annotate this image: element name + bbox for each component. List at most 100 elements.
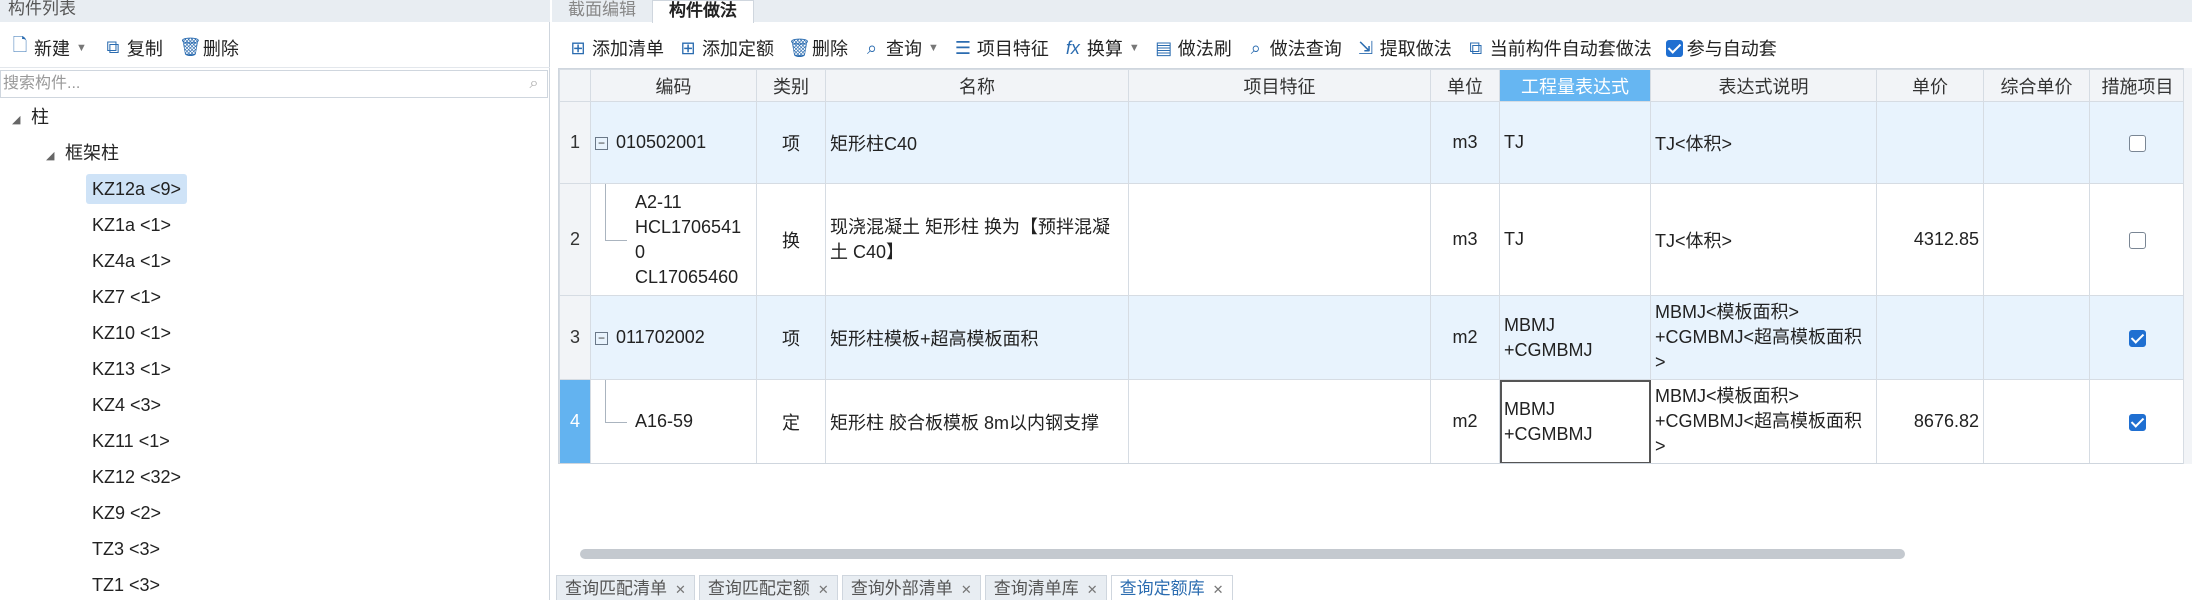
total-price-cell[interactable] — [1983, 183, 2090, 296]
tree-node-frame-column[interactable]: ◢ 框架柱 — [46, 138, 119, 168]
name-cell[interactable]: 矩形柱模板+超高模板面积 — [825, 295, 1129, 380]
row-number[interactable]: 1 — [559, 101, 591, 184]
price-cell[interactable]: 8676.82 — [1876, 379, 1984, 463]
expression-desc-cell[interactable]: MBMJ<模板面积> +CGMBMJ<超高模板面积 > — [1650, 379, 1877, 463]
participate-auto-checkbox[interactable]: 参与自动套 — [1660, 33, 1783, 63]
close-icon[interactable]: ✕ — [818, 582, 829, 597]
table-row[interactable]: 2 A2-11 HCL1706541 0 CL17065460 换 现浇混凝土 … — [559, 183, 2186, 296]
category-cell[interactable]: 定 — [756, 379, 826, 463]
close-icon[interactable]: ✕ — [961, 582, 972, 597]
query-button[interactable]: ⌕ 查询 ▼ — [856, 33, 945, 63]
row-number-current[interactable]: 4 — [559, 379, 591, 463]
table-row[interactable]: 1 −010502001 项 矩形柱C40 m3 TJ TJ<体积> — [559, 101, 2186, 184]
delete-button[interactable]: 🗑 删除 — [782, 33, 854, 63]
chevron-down-icon[interactable]: ▼ — [928, 42, 939, 54]
unit-cell[interactable]: m3 — [1430, 101, 1500, 184]
measure-checkbox-checked[interactable] — [2129, 329, 2146, 347]
name-cell[interactable]: 矩形柱 胶合板模板 8m以内钢支撑 — [825, 379, 1129, 463]
header-name[interactable]: 名称 — [825, 69, 1129, 102]
header-total-price[interactable]: 综合单价 — [1983, 69, 2090, 102]
expression-cell[interactable]: MBMJ +CGMBMJ — [1499, 295, 1651, 380]
total-price-cell[interactable] — [1983, 295, 2090, 380]
price-cell[interactable]: 4312.85 — [1876, 183, 1984, 296]
price-cell[interactable] — [1876, 295, 1984, 380]
add-quota-button[interactable]: ⊞ 添加定额 — [672, 33, 780, 63]
caret-down-icon[interactable]: ◢ — [46, 141, 60, 171]
table-row[interactable]: 4 A16-59 定 矩形柱 胶合板模板 8m以内钢支撑 m2 MBMJ +CG… — [559, 379, 2186, 463]
tree-leaf[interactable]: KZ10 <1> — [86, 318, 177, 348]
new-component-button[interactable]: 🗋 新建 ▼ — [4, 33, 93, 63]
header-feature[interactable]: 项目特征 — [1128, 69, 1431, 102]
convert-button[interactable]: fx 换算 ▼ — [1057, 33, 1146, 63]
tab-query-list-library[interactable]: 查询清单库 ✕ — [984, 575, 1107, 600]
feature-cell[interactable] — [1128, 295, 1431, 380]
code-cell[interactable]: −010502001 — [590, 101, 757, 184]
code-cell[interactable]: −011702002 — [590, 295, 757, 380]
name-cell[interactable]: 现浇混凝土 矩形柱 换为【预拌混凝 土 C40】 — [825, 183, 1129, 296]
unit-cell[interactable]: m3 — [1430, 183, 1500, 296]
tab-query-quota-library[interactable]: 查询定额库 ✕ — [1110, 575, 1233, 600]
tab-query-external-list[interactable]: 查询外部清单 ✕ — [841, 575, 981, 600]
header-unit[interactable]: 单位 — [1430, 69, 1500, 102]
measure-checkbox-checked[interactable] — [2129, 413, 2146, 431]
expression-cell-editing[interactable]: MBMJ +CGMBMJ — [1499, 379, 1651, 463]
total-price-cell[interactable] — [1983, 379, 2090, 463]
tree-leaf[interactable]: KZ4a <1> — [86, 246, 177, 276]
chevron-down-icon[interactable]: ▼ — [76, 42, 87, 54]
price-cell[interactable] — [1876, 101, 1984, 184]
extract-method-button[interactable]: ⇲ 提取做法 — [1350, 33, 1458, 63]
name-cell[interactable]: 矩形柱C40 — [825, 101, 1129, 184]
tree-node-column[interactable]: ◢ 柱 — [12, 102, 49, 132]
close-icon[interactable]: ✕ — [1087, 582, 1098, 597]
tree-leaf[interactable]: KZ9 <2> — [86, 498, 167, 528]
delete-component-button[interactable]: 🗑 删除 — [173, 33, 245, 63]
header-expression-desc[interactable]: 表达式说明 — [1650, 69, 1877, 102]
code-cell[interactable]: A2-11 HCL1706541 0 CL17065460 — [590, 183, 757, 296]
feature-cell[interactable] — [1128, 101, 1431, 184]
tab-section-edit[interactable]: 截面编辑 — [552, 0, 652, 22]
vertical-scrollbar-track[interactable] — [2183, 68, 2192, 464]
tab-query-match-list[interactable]: 查询匹配清单 ✕ — [556, 575, 695, 600]
expression-cell[interactable]: TJ — [1499, 101, 1651, 184]
code-cell[interactable]: A16-59 — [590, 379, 757, 463]
measure-cell[interactable] — [2089, 183, 2186, 296]
total-price-cell[interactable] — [1983, 101, 2090, 184]
close-icon[interactable]: ✕ — [675, 582, 686, 597]
category-cell[interactable]: 项 — [756, 295, 826, 380]
expression-desc-cell[interactable]: TJ<体积> — [1650, 183, 1877, 296]
tree-leaf[interactable]: KZ12a <9> — [86, 174, 188, 204]
add-list-button[interactable]: ⊞ 添加清单 — [562, 33, 670, 63]
tree-leaf[interactable]: TZ1 <3> — [86, 570, 166, 600]
unit-cell[interactable]: m2 — [1430, 379, 1500, 463]
close-icon[interactable]: ✕ — [1213, 582, 1224, 597]
header-price[interactable]: 单价 — [1876, 69, 1984, 102]
auto-apply-method-button[interactable]: ⧉ 当前构件自动套做法 — [1460, 33, 1658, 63]
measure-cell[interactable] — [2089, 379, 2186, 463]
caret-down-icon[interactable]: ◢ — [12, 105, 26, 135]
tree-leaf[interactable]: KZ4 <3> — [86, 390, 167, 420]
unit-cell[interactable]: m2 — [1430, 295, 1500, 380]
chevron-down-icon[interactable]: ▼ — [1129, 42, 1140, 54]
expression-desc-cell[interactable]: TJ<体积> — [1650, 101, 1877, 184]
tab-query-match-quota[interactable]: 查询匹配定额 ✕ — [698, 575, 838, 600]
expression-desc-cell[interactable]: MBMJ<模板面积> +CGMBMJ<超高模板面积 > — [1650, 295, 1877, 380]
tab-component-method[interactable]: 构件做法 — [652, 0, 754, 23]
category-cell[interactable]: 项 — [756, 101, 826, 184]
tree-leaf[interactable]: KZ11 <1> — [86, 426, 176, 456]
header-category[interactable]: 类别 — [756, 69, 826, 102]
checkbox-checked-icon[interactable] — [1665, 39, 1683, 57]
feature-cell[interactable] — [1128, 379, 1431, 463]
item-feature-button[interactable]: ☰ 项目特征 — [947, 33, 1055, 63]
header-expression[interactable]: 工程量表达式 — [1499, 69, 1651, 102]
tree-leaf[interactable]: KZ12 <32> — [86, 462, 187, 492]
method-query-button[interactable]: ⌕ 做法查询 — [1240, 33, 1348, 63]
method-brush-button[interactable]: ▤ 做法刷 — [1148, 33, 1238, 63]
collapse-icon[interactable]: − — [595, 331, 608, 345]
collapse-icon[interactable]: − — [595, 136, 608, 150]
search-icon[interactable]: ⌕ — [521, 75, 547, 93]
tree-leaf[interactable]: KZ7 <1> — [86, 282, 167, 312]
measure-checkbox[interactable] — [2129, 231, 2146, 249]
row-number[interactable]: 3 — [559, 295, 591, 380]
feature-cell[interactable] — [1128, 183, 1431, 296]
measure-cell[interactable] — [2089, 295, 2186, 380]
